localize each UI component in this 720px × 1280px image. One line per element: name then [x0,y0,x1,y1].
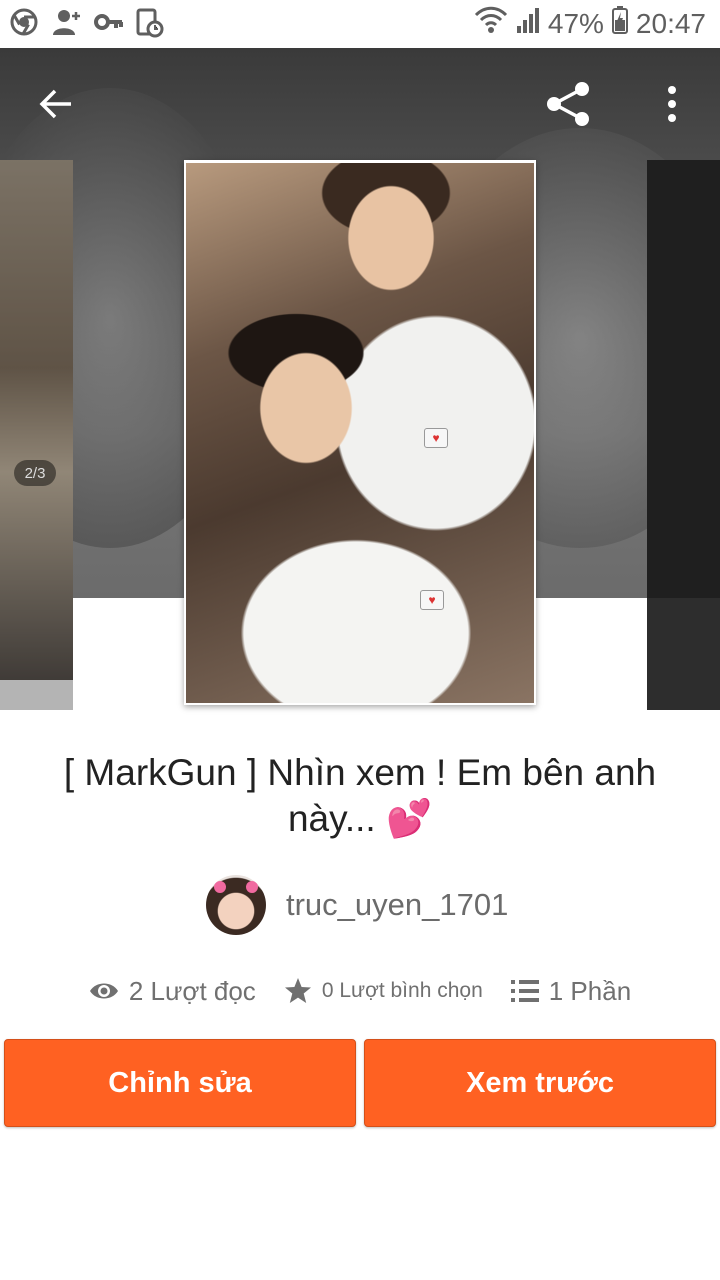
previous-cover[interactable]: 2/3 [0,160,73,710]
story-title-text: [ MarkGun ] Nhìn xem ! Em bên anh này... [63,752,657,839]
back-button[interactable] [28,76,84,132]
parts-stat: 1 Phần [510,975,632,1007]
battery-icon [611,6,628,41]
back-arrow-icon [39,89,71,119]
battery-percent: 47% [547,7,604,39]
alarm-file-icon [136,8,164,38]
clock: 20:47 [635,7,706,39]
story-cover[interactable]: ♥ ♥ [184,160,536,705]
story-title: [ MarkGun ] Nhìn xem ! Em bên anh này...… [30,750,690,842]
previous-cover-shade [0,160,73,710]
reads-count: 2 Lượt đọc [128,975,256,1006]
heart-icon: ♥ [420,590,444,610]
eye-icon [89,983,118,999]
author-name: truc_uyen_1701 [286,887,509,922]
preview-button[interactable]: Xem trước [364,1039,716,1127]
chrome-icon [10,8,38,38]
next-cover-image [647,160,720,598]
votes-count: 0 Lượt bình chọn [321,979,483,1002]
author-link[interactable]: truc_uyen_1701 [206,874,508,936]
key-icon [94,8,123,38]
status-bar: 47% 20:47 [0,0,720,48]
wifi-icon [474,6,508,41]
signal-icon [516,6,540,41]
reads-stat: 2 Lượt đọc [89,976,256,1007]
two-hearts-icon: 💕 [385,798,433,839]
app-bar [0,48,720,160]
avatar [206,875,266,935]
share-button[interactable] [538,74,598,134]
star-icon [284,978,311,1003]
heart-icon: ♥ [424,428,448,448]
action-bar: Chỉnh sửa Xem trước [4,1039,716,1127]
list-icon [510,980,539,1002]
page-indicator: 2/3 [14,460,56,486]
next-cover[interactable] [647,160,720,710]
more-options-button[interactable] [650,74,694,134]
story-stats: 2 Lượt đọc 0 Lượt bình chọn 1 Phần [0,966,720,1016]
cover-photo [186,163,534,703]
votes-stat: 0 Lượt bình chọn [284,977,483,1005]
add-person-icon [52,8,80,38]
share-icon [547,82,589,126]
parts-count: 1 Phần [548,975,632,1006]
edit-button[interactable]: Chỉnh sửa [4,1039,356,1127]
more-vertical-icon [668,86,676,122]
